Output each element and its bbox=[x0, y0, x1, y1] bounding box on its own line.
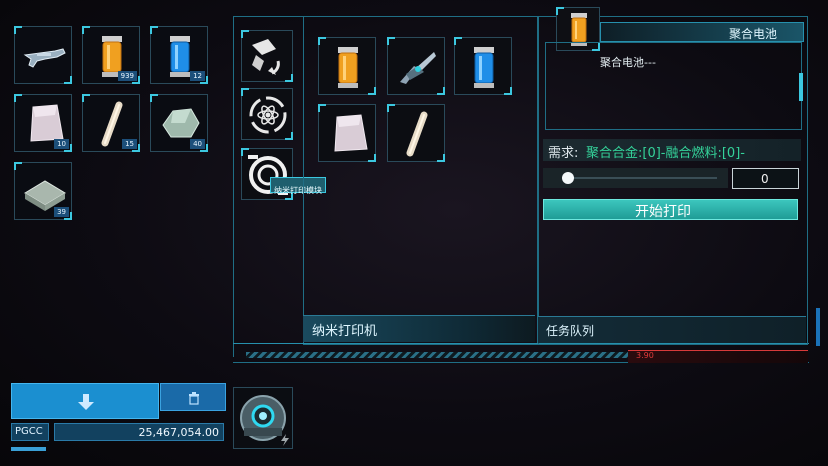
recycle-icon bbox=[252, 39, 280, 75]
metal-bars-icon bbox=[24, 180, 66, 211]
scroll-handle[interactable] bbox=[799, 73, 803, 101]
item-count: 10 bbox=[54, 139, 69, 149]
blue-battery-icon bbox=[170, 36, 190, 77]
requirement-prefix: 需求: bbox=[548, 146, 579, 161]
drone-icon bbox=[400, 52, 436, 84]
module-atom[interactable] bbox=[241, 88, 293, 140]
delete-button[interactable] bbox=[160, 383, 226, 411]
detail-description: 聚合电池--- bbox=[600, 56, 656, 69]
quantity-slider[interactable] bbox=[543, 168, 728, 188]
queue-label: 任务队列 bbox=[546, 324, 595, 338]
item-count: 40 bbox=[190, 139, 205, 149]
inventory-slot-rifle[interactable] bbox=[14, 26, 72, 84]
orange-battery-icon bbox=[338, 47, 358, 88]
right-edge-accent bbox=[816, 308, 820, 346]
inventory-slot-alloy-plate[interactable]: 10 bbox=[14, 94, 72, 152]
requirement-bar: 需求: 聚合合金:[0]-融合燃料:[0]- bbox=[543, 139, 801, 161]
status-bar bbox=[11, 447, 46, 451]
green-crystal-icon bbox=[162, 108, 200, 138]
printer-label-bar: 纳米打印机 bbox=[303, 315, 535, 342]
lightning-icon bbox=[281, 434, 289, 446]
character-portrait[interactable] bbox=[233, 387, 293, 449]
atom-icon bbox=[249, 96, 287, 134]
orange-battery-icon bbox=[102, 36, 122, 77]
progress-strip bbox=[246, 352, 628, 358]
blue-battery-icon bbox=[474, 47, 494, 88]
item-count: 12 bbox=[190, 71, 205, 81]
start-print-button[interactable]: 开始打印 bbox=[543, 199, 798, 220]
item-count: 15 bbox=[122, 139, 137, 149]
rifle-icon bbox=[23, 48, 66, 68]
currency-amount-text: 25,467,054.00 bbox=[138, 426, 219, 439]
inventory-slot-metal-bars[interactable]: 39 bbox=[14, 162, 72, 220]
recipe-orange-battery[interactable] bbox=[318, 37, 376, 95]
detail-title: 聚合电池 bbox=[728, 27, 777, 41]
currency-amount: 25,467,054.00 bbox=[54, 423, 224, 441]
alert-bar: 3.90 bbox=[628, 350, 808, 363]
detail-header-bar: 聚合电池 bbox=[600, 22, 804, 42]
game-screen: 939 12 10 15 40 39 PGCC 25,467,054.00 纳米… bbox=[0, 0, 828, 466]
requirement-text: 聚合合金:[0]-融合燃料:[0]- bbox=[586, 146, 745, 161]
queue-label-bar: 任务队列 bbox=[538, 316, 806, 343]
printer-label: 纳米打印机 bbox=[312, 324, 378, 339]
inventory-slot-bone-cylinder[interactable]: 15 bbox=[82, 94, 140, 152]
inventory-slot-blue-battery[interactable]: 12 bbox=[150, 26, 208, 84]
recipe-bone-cylinder[interactable] bbox=[387, 104, 445, 162]
quantity-field[interactable]: 0 bbox=[732, 168, 799, 189]
item-count: 939 bbox=[117, 71, 137, 81]
currency-label-text: PGCC bbox=[15, 426, 43, 437]
inventory-slot-orange-battery[interactable]: 939 bbox=[82, 26, 140, 84]
item-count: 39 bbox=[54, 207, 69, 217]
alloy-plate-icon bbox=[30, 104, 64, 142]
description-box: 聚合电池--- bbox=[545, 42, 803, 130]
module-recycle[interactable] bbox=[241, 30, 293, 82]
start-print-label: 开始打印 bbox=[635, 204, 691, 220]
bone-cylinder-icon bbox=[101, 101, 123, 147]
recipe-alloy-plate[interactable] bbox=[318, 104, 376, 162]
slider-track bbox=[567, 177, 717, 179]
recipe-rifle[interactable] bbox=[387, 37, 445, 95]
slider-handle[interactable] bbox=[562, 172, 574, 184]
trash-icon bbox=[189, 392, 199, 405]
quantity-value: 0 bbox=[761, 172, 769, 186]
inventory-slot-green-crystal[interactable]: 40 bbox=[150, 94, 208, 152]
bone-cylinder-icon bbox=[406, 111, 428, 157]
arrow-down-icon bbox=[78, 394, 94, 410]
progress-value: 3.90 bbox=[636, 351, 654, 360]
download-button[interactable] bbox=[11, 383, 159, 419]
currency-label: PGCC bbox=[11, 423, 49, 441]
recipe-blue-battery[interactable] bbox=[454, 37, 512, 95]
alloy-plate-icon bbox=[334, 114, 368, 152]
